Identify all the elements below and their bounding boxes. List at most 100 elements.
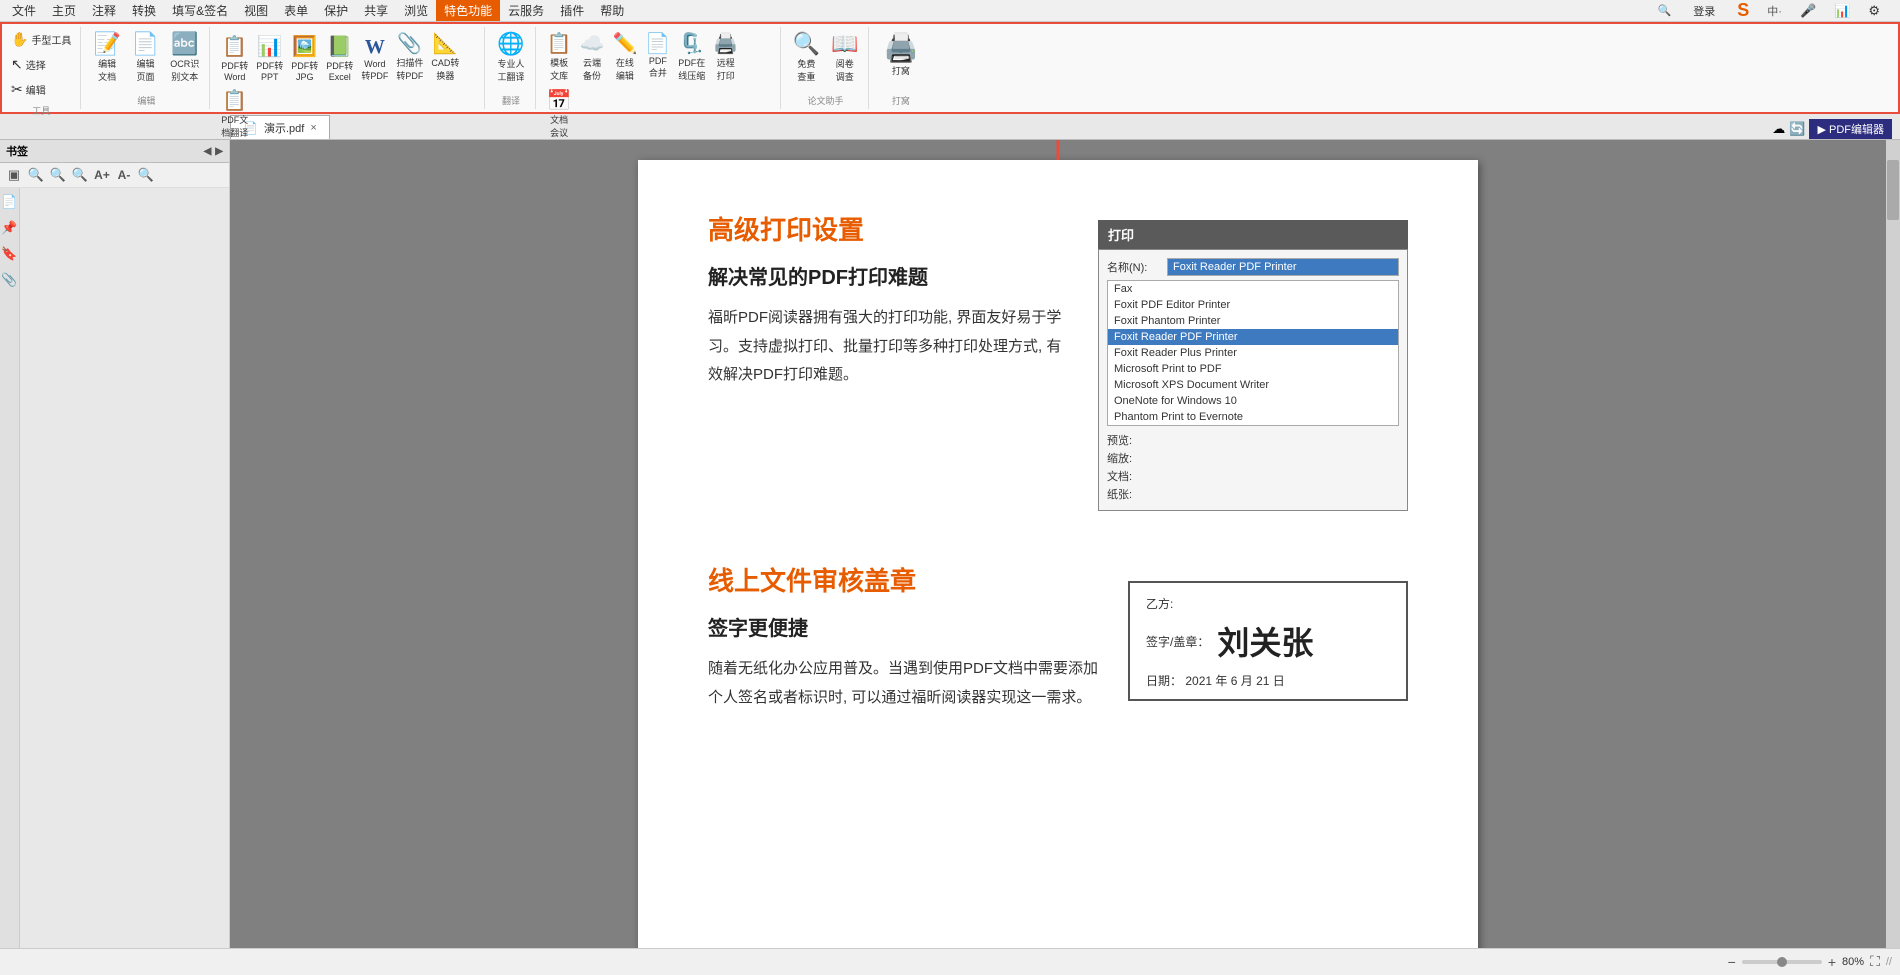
grading-btn[interactable]: 📖 阅卷调查	[827, 29, 862, 85]
login-text[interactable]: 登录	[1685, 1, 1723, 21]
sidebar-tb-page-btn[interactable]: ▣	[4, 165, 24, 185]
sidebar-tb-font-inc-btn[interactable]: A+	[92, 165, 112, 185]
pdf-to-excel-btn[interactable]: 📗 PDF转Excel	[323, 32, 356, 84]
sidebar-tb-search-btn[interactable]: 🔍	[136, 165, 156, 185]
remote-print-icon: 🖨️	[713, 31, 738, 56]
pdf-merge-btn[interactable]: 📄 PDF合并	[642, 29, 673, 84]
printer-item-ms-pdf[interactable]: Microsoft Print to PDF	[1108, 361, 1398, 377]
printer-item-editor[interactable]: Foxit PDF Editor Printer	[1108, 297, 1398, 313]
hand-tool-btn[interactable]: ✋ 手型工具	[8, 29, 74, 50]
sync-icon: 🔄	[1789, 121, 1805, 137]
scan-to-pdf-btn[interactable]: 📎 扫描件转PDF	[393, 29, 426, 84]
cad-btn[interactable]: 📐 CAD转换器	[428, 29, 462, 84]
zoom-plus-btn[interactable]: +	[1828, 954, 1836, 970]
printer-item-evernote[interactable]: Phantom Print to Evernote	[1108, 409, 1398, 425]
free-check-btn[interactable]: 🔍 免费查重	[789, 29, 824, 85]
sidebar-tb-zoom-out-btn[interactable]: 🔍	[48, 165, 68, 185]
edit-page-btn[interactable]: 📄 编辑页面	[128, 29, 163, 85]
edit-doc-icon: 📝	[93, 31, 120, 57]
sidebar-tb-zoom-fit-btn[interactable]: 🔍	[70, 165, 90, 185]
printer-item-onenote[interactable]: OneNote for Windows 10	[1108, 393, 1398, 409]
pdf-to-word-icon: 📋	[222, 34, 247, 59]
mic-icon: 🎤	[1792, 1, 1824, 21]
doc-meeting-btn[interactable]: 📅 文档会议	[544, 86, 575, 141]
pdf-translate-btn[interactable]: 📋 PDF文档翻译	[218, 86, 251, 141]
sidebar-icon-page[interactable]: 📄	[1, 194, 17, 210]
edit-doc-btn[interactable]: 📝 编辑文档	[89, 29, 124, 85]
pdf-editor-panel-label[interactable]: ▶ PDF编辑器	[1809, 119, 1892, 139]
translate-group: 🌐 专业人工翻译 翻译	[487, 27, 535, 109]
pdf-to-ppt-label: PDF转PPT	[256, 59, 283, 82]
online-edit-icon: ✏️	[612, 31, 637, 56]
menu-special[interactable]: 特色功能	[436, 0, 500, 21]
pdf-to-jpg-btn[interactable]: 🖼️ PDF转JPG	[288, 32, 321, 84]
red-arrow	[1028, 140, 1088, 168]
print-printer-list: Fax Foxit PDF Editor Printer Foxit Phant…	[1107, 280, 1399, 426]
scrollbar-thumb[interactable]	[1887, 160, 1899, 220]
printer-item-phantom[interactable]: Foxit Phantom Printer	[1108, 313, 1398, 329]
sidebar-icon-attach[interactable]: 📎	[1, 272, 17, 288]
select-btn[interactable]: ↖ 选择	[8, 54, 74, 75]
menu-help[interactable]: 帮助	[592, 0, 632, 21]
sidebar-collapse-btn[interactable]: ▶	[215, 146, 223, 157]
menu-protect[interactable]: 保护	[316, 0, 356, 21]
pdf-to-jpg-label: PDF转JPG	[291, 59, 318, 82]
pdf-to-ppt-btn[interactable]: 📊 PDF转PPT	[253, 32, 286, 84]
pdf-editor-label-text: ▶ PDF编辑器	[1817, 124, 1884, 136]
menu-cloud[interactable]: 云服务	[500, 0, 552, 21]
sidebar: 书签 ◀ ▶ ▣ 🔍 🔍 🔍 A+ A- 🔍 📄 📌 🔖 📎	[0, 140, 230, 948]
menu-browse[interactable]: 浏览	[396, 0, 436, 21]
remote-print-btn[interactable]: 🖨️ 远程打印	[710, 29, 741, 84]
sidebar-icon-bookmark[interactable]: 📌	[1, 220, 17, 236]
online-edit-btn[interactable]: ✏️ 在线编辑	[609, 29, 640, 84]
menu-convert[interactable]: 转换	[124, 0, 164, 21]
zoom-slider[interactable]	[1742, 960, 1822, 964]
menu-fill-sign[interactable]: 填写&签名	[164, 0, 236, 21]
zoom-control: − + 80% ⛶ //	[1728, 953, 1892, 970]
ocr-btn[interactable]: 🔤 OCR识别文本	[166, 29, 203, 85]
sidebar-icon-tag[interactable]: 🔖	[1, 246, 17, 262]
menu-annotate[interactable]: 注释	[84, 0, 124, 21]
print-name-input[interactable]: Foxit Reader PDF Printer	[1167, 258, 1399, 276]
printer-item-ms-xps[interactable]: Microsoft XPS Document Writer	[1108, 377, 1398, 393]
menu-form[interactable]: 表单	[276, 0, 316, 21]
section1-body: 福昕PDF阅读器拥有强大的打印功能, 界面友好易于学习。支持虚拟打印、批量打印等…	[708, 304, 1068, 390]
scrollbar-track[interactable]	[1886, 140, 1900, 948]
template-btn[interactable]: 📋 模板文库	[544, 29, 575, 84]
template-icon: 📋	[547, 31, 572, 56]
section2-text: 线上文件审核盖章 签字更便捷 随着无纸化办公应用普及。当遇到使用PDF文档中需要…	[708, 561, 1098, 712]
status-bar: − + 80% ⛶ //	[0, 948, 1900, 974]
pdf-to-ppt-icon: 📊	[257, 34, 282, 59]
edit-section-btn[interactable]: ✂ 编辑	[8, 79, 74, 100]
printer-item-reader-plus[interactable]: Foxit Reader Plus Printer	[1108, 345, 1398, 361]
print-btn[interactable]: 🖨️ 打窝	[877, 29, 924, 79]
print-preview-label: 预览:	[1107, 432, 1147, 448]
printer-item-fax[interactable]: Fax	[1108, 281, 1398, 297]
edit-group: 📝 编辑文档 📄 编辑页面 🔤 OCR识别文本 编辑	[83, 27, 210, 109]
menu-home[interactable]: 主页	[44, 0, 84, 21]
zoom-minus-btn[interactable]: −	[1728, 954, 1736, 970]
logo-text: 中·	[1759, 1, 1790, 21]
expand-btn[interactable]: ⛶	[1870, 953, 1880, 970]
menu-share[interactable]: 共享	[356, 0, 396, 21]
sidebar-tb-font-dec-btn[interactable]: A-	[114, 165, 134, 185]
pdf-compress-btn[interactable]: 🗜️ PDF在线压缩	[675, 29, 708, 84]
print-dialog-body: 名称(N): Foxit Reader PDF Printer Fax Foxi…	[1098, 249, 1408, 511]
sidebar-tb-zoom-in-btn[interactable]: 🔍	[26, 165, 46, 185]
pro-translate-btn[interactable]: 🌐 专业人工翻译	[493, 29, 528, 85]
word-to-pdf-btn[interactable]: W Word转PDF	[358, 34, 391, 84]
pdf-to-word-btn[interactable]: 📋 PDF转Word	[218, 32, 251, 84]
free-check-label: 免费查重	[797, 57, 815, 83]
section1: 高级打印设置 解决常见的PDF打印难题 福昕PDF阅读器拥有强大的打印功能, 界…	[708, 210, 1408, 511]
printer-item-reader-selected[interactable]: Foxit Reader PDF Printer	[1108, 329, 1398, 345]
sidebar-expand-btn[interactable]: ◀	[204, 146, 212, 157]
print-paper-label: 纸张:	[1107, 486, 1147, 502]
cloud-backup-label: 云端备份	[583, 56, 601, 82]
menu-file[interactable]: 文件	[4, 0, 44, 21]
free-check-icon: 🔍	[793, 31, 820, 57]
menu-plugin[interactable]: 插件	[552, 0, 592, 21]
cloud-backup-btn[interactable]: ☁️ 云端备份	[577, 29, 608, 84]
doc-meeting-icon: 📅	[547, 88, 572, 113]
menu-view[interactable]: 视图	[236, 0, 276, 21]
paper-assistant-group: 🔍 免费查重 📖 阅卷调查 论文助手	[783, 27, 870, 109]
